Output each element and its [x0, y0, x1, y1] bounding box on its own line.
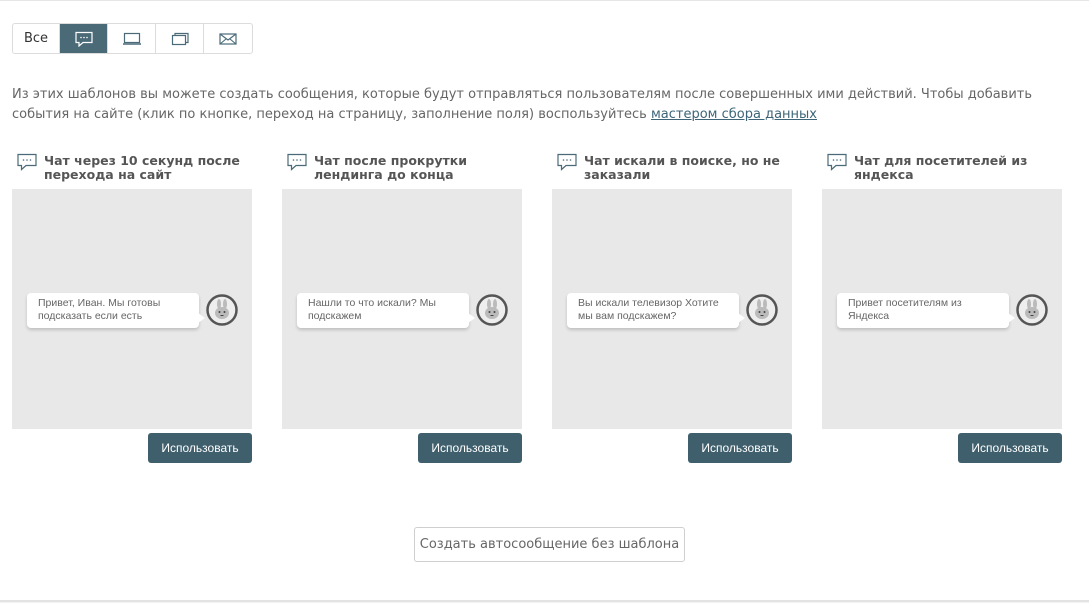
- chat-bubble-icon: [827, 153, 847, 171]
- use-template-button[interactable]: Использовать: [958, 433, 1062, 463]
- filter-tab-chat[interactable]: [60, 24, 108, 53]
- template-preview: Вы искали телевизор Хотите мы вам подска…: [552, 189, 792, 429]
- monitor-icon: [122, 32, 141, 45]
- envelope-icon: [219, 32, 237, 45]
- description-text: Из этих шаблонов вы можете создать сообщ…: [12, 87, 1033, 122]
- create-without-template-button[interactable]: Создать автосообщение без шаблона: [414, 527, 685, 562]
- chat-bubble-icon: [287, 153, 307, 171]
- use-template-button[interactable]: Использовать: [688, 433, 792, 463]
- chat-message-bubble: Привет посетителям из Яндекса: [837, 293, 1015, 328]
- popup-window-icon: [171, 32, 189, 45]
- chat-bubble-icon: [74, 31, 93, 47]
- filter-tab-email[interactable]: [204, 24, 252, 53]
- template-card-header: Чат после прокрутки лендинга до конца: [282, 151, 522, 187]
- filter-tab-monitor[interactable]: [108, 24, 156, 53]
- filter-tab-all[interactable]: Все: [13, 24, 60, 53]
- template-title: Чат после прокрутки лендинга до конца: [314, 153, 467, 182]
- use-template-button[interactable]: Использовать: [418, 433, 522, 463]
- bunny-avatar-icon: [476, 294, 508, 326]
- template-card: Чат для посетителей из яндекса Привет по…: [822, 151, 1062, 463]
- template-title: Чат через 10 секунд после перехода на са…: [44, 153, 240, 182]
- template-card-header: Чат для посетителей из яндекса: [822, 151, 1062, 187]
- template-card: Чат после прокрутки лендинга до конца На…: [282, 151, 522, 463]
- bunny-avatar-icon: [746, 294, 778, 326]
- chat-bubble-icon: [17, 153, 37, 171]
- chat-message-bubble: Нашли то что искали? Мы подскажем: [297, 293, 475, 328]
- template-preview: Привет посетителям из Яндекса: [822, 189, 1062, 429]
- data-collection-wizard-link[interactable]: мастером сбора данных: [651, 107, 817, 122]
- filter-tab-all-label: Все: [23, 31, 49, 46]
- use-template-button[interactable]: Использовать: [148, 433, 252, 463]
- template-preview: Привет, Иван. Мы готовы подсказать если …: [12, 189, 252, 429]
- templates-panel: Все Из этих шаблонов вы можете создать с…: [0, 0, 1089, 602]
- template-title: Чат для посетителей из яндекса: [854, 153, 1028, 182]
- template-title: Чат искали в поиске, но не заказали: [584, 153, 780, 182]
- template-card-header: Чат искали в поиске, но не заказали: [552, 151, 792, 187]
- chat-message-bubble: Привет, Иван. Мы готовы подсказать если …: [27, 293, 205, 328]
- template-card-header: Чат через 10 секунд после перехода на са…: [12, 151, 252, 187]
- template-card: Чат через 10 секунд после перехода на са…: [12, 151, 252, 463]
- template-filter-bar: Все: [12, 23, 253, 54]
- filter-tab-popup[interactable]: [156, 24, 204, 53]
- bunny-avatar-icon: [1016, 294, 1048, 326]
- bunny-avatar-icon: [206, 294, 238, 326]
- chat-message-bubble: Вы искали телевизор Хотите мы вам подска…: [567, 293, 745, 328]
- chat-bubble-icon: [557, 153, 577, 171]
- template-card: Чат искали в поиске, но не заказали Вы и…: [552, 151, 792, 463]
- templates-description: Из этих шаблонов вы можете создать сообщ…: [12, 85, 1072, 125]
- template-preview: Нашли то что искали? Мы подскажем: [282, 189, 522, 429]
